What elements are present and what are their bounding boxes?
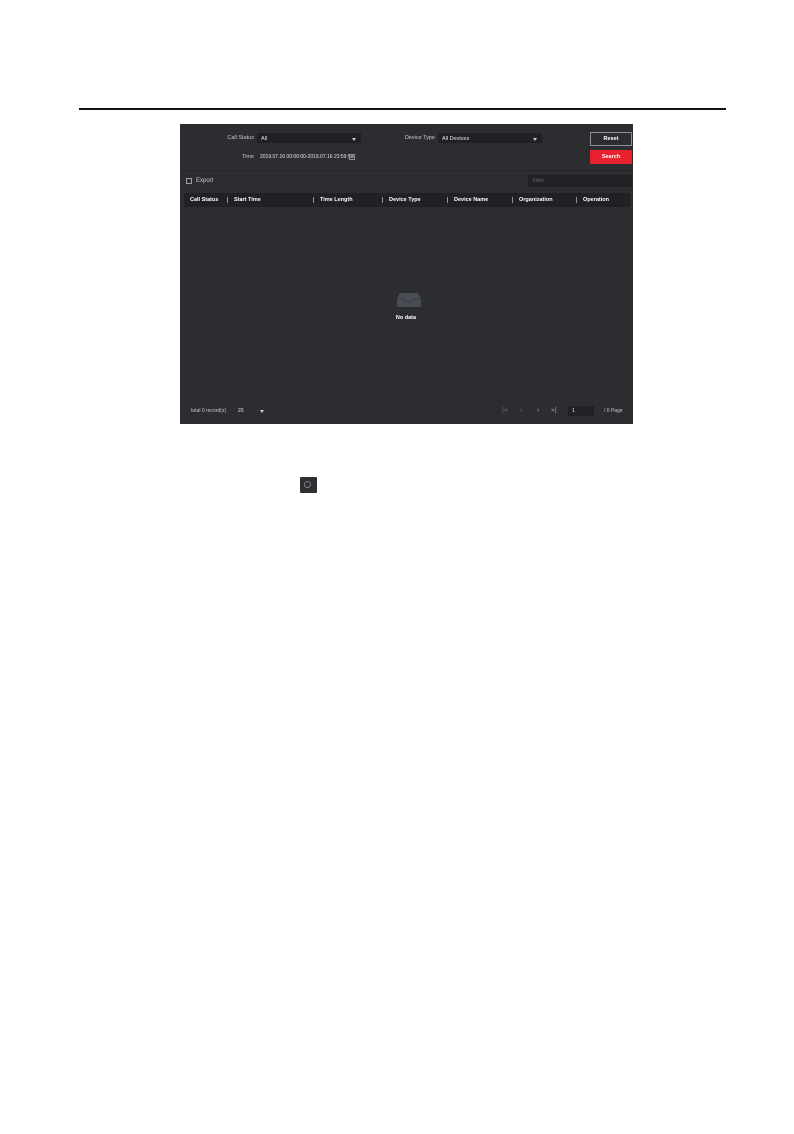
time-range-value[interactable]: 2019.07.16 00:00:00-2019.07.16 23:59:59 [260, 154, 353, 160]
last-page-icon[interactable]: »| [551, 406, 557, 416]
device-type-value: All Devices [442, 136, 470, 142]
column-start-time[interactable]: Start Time [234, 193, 261, 207]
column-divider [382, 197, 383, 203]
first-page-icon[interactable]: |« [502, 406, 508, 416]
chevron-down-icon [352, 138, 356, 141]
page-size-select[interactable]: 20 [236, 406, 268, 416]
total-pages: / 0 Page [604, 408, 623, 414]
column-device-type[interactable]: Device Type [389, 193, 421, 207]
chevron-down-icon [260, 410, 264, 413]
prev-page-icon[interactable]: ‹ [520, 406, 522, 416]
search-button[interactable]: Search [590, 150, 632, 164]
refresh-icon [300, 477, 317, 493]
call-status-value: All [261, 136, 268, 142]
reset-button[interactable]: Reset [590, 132, 632, 146]
refresh-icon-ring [304, 481, 311, 488]
column-organization[interactable]: Organization [519, 193, 553, 207]
call-log-panel: Call Status All Device Type All Devices … [180, 124, 633, 424]
total-records: total 0 record(s) [191, 408, 227, 414]
column-divider [227, 197, 228, 203]
filter-input[interactable]: Filter [528, 175, 632, 187]
page-header-rule [79, 108, 726, 110]
device-type-label: Device Type [404, 135, 435, 141]
column-divider [447, 197, 448, 203]
column-call-status[interactable]: Call Status [190, 193, 218, 207]
time-label: Time [241, 154, 254, 160]
call-status-select[interactable]: All [257, 133, 361, 143]
empty-state-text: No data [395, 315, 417, 321]
column-divider [512, 197, 513, 203]
call-status-label: Call Status [227, 135, 254, 141]
empty-box-icon [397, 293, 421, 307]
export-button[interactable]: Export [196, 178, 213, 184]
page-size-value: 20 [238, 408, 244, 414]
column-divider [576, 197, 577, 203]
export-icon[interactable] [186, 178, 192, 184]
chevron-down-icon [533, 138, 537, 141]
column-divider [313, 197, 314, 203]
table-header: Call Status Start Time Time Length Devic… [184, 193, 630, 207]
next-page-icon[interactable]: › [537, 406, 539, 416]
page-number-input[interactable]: 1 [568, 406, 594, 416]
calendar-icon[interactable] [349, 154, 355, 160]
column-time-length[interactable]: Time Length [320, 193, 353, 207]
column-operation[interactable]: Operation [583, 193, 609, 207]
device-type-select[interactable]: All Devices [438, 133, 542, 143]
column-device-name[interactable]: Device Name [454, 193, 488, 207]
filter-divider [180, 170, 633, 171]
